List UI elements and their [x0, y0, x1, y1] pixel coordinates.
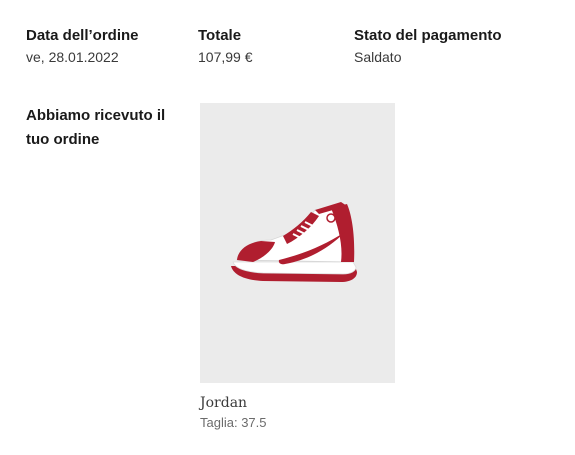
order-total-section: Totale 107,99 € [198, 26, 253, 66]
payment-status-label: Stato del pagamento [354, 27, 502, 44]
product-image[interactable] [200, 103, 395, 383]
order-total-label: Totale [198, 27, 242, 44]
order-details-page: Data dell’ordine ve, 28.01.2022 Totale 1… [0, 0, 575, 455]
order-date-label: Data dell’ordine [26, 27, 139, 44]
product-brand[interactable]: Jordan [200, 395, 395, 412]
payment-status-section: Stato del pagamento Saldato [354, 26, 502, 66]
product-size: Taglia: 37.5 [200, 414, 395, 431]
product-size-value: 37.5 [241, 415, 267, 430]
order-received-heading: Abbiamo ricevuto il tuo ordine [26, 107, 166, 148]
order-date-value: ve, 28.01.2022 [26, 49, 119, 65]
order-date-section: Data dell’ordine ve, 28.01.2022 [26, 26, 139, 66]
order-total-value: 107,99 € [198, 49, 253, 65]
sneaker-icon [230, 202, 357, 282]
payment-status-value: Saldato [354, 49, 402, 65]
product-size-label: Taglia: [200, 415, 238, 430]
product-card[interactable]: Jordan Taglia: 37.5 [200, 103, 395, 431]
